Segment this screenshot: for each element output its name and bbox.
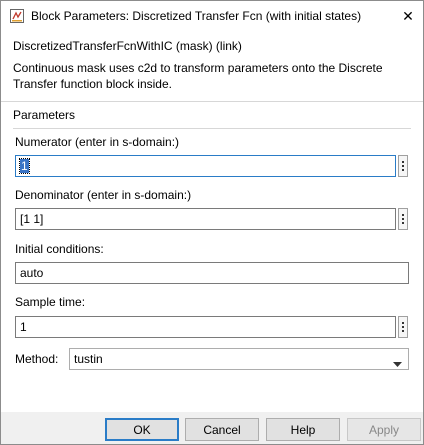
parameters-panel: Parameters Numerator (enter in s-domain:… xyxy=(1,102,423,412)
cancel-button[interactable]: Cancel xyxy=(185,418,259,441)
numerator-label: Numerator (enter in s-domain:) xyxy=(15,135,180,149)
mask-description: Continuous mask uses c2d to transform pa… xyxy=(13,61,383,91)
numerator-field[interactable]: 1 xyxy=(15,155,396,177)
sample-time-label: Sample time: xyxy=(15,295,86,309)
initial-conditions-label: Initial conditions: xyxy=(15,242,104,256)
chevron-down-icon xyxy=(393,357,402,371)
parameters-title: Parameters xyxy=(13,108,76,122)
initial-conditions-value: auto xyxy=(20,266,44,280)
close-button[interactable]: ✕ xyxy=(393,1,423,31)
ok-button[interactable]: OK xyxy=(105,418,179,441)
close-icon: ✕ xyxy=(402,7,414,24)
mask-header: DiscretizedTransferFcnWithIC (mask) (lin… xyxy=(13,39,242,53)
sample-time-more-button[interactable] xyxy=(398,316,408,338)
initial-conditions-field[interactable]: auto xyxy=(15,262,409,284)
numerator-more-button[interactable] xyxy=(398,155,408,177)
parameters-rule xyxy=(13,128,411,129)
denominator-value: [1 1] xyxy=(20,212,44,226)
numerator-value: 1 xyxy=(19,158,30,174)
method-select[interactable]: tustin xyxy=(69,348,409,370)
method-label: Method: xyxy=(15,352,59,366)
title-bar: Block Parameters: Discretized Transfer F… xyxy=(1,1,423,31)
denominator-more-button[interactable] xyxy=(398,208,408,230)
sample-time-field[interactable]: 1 xyxy=(15,316,396,338)
sample-time-value: 1 xyxy=(20,320,27,334)
denominator-label: Denominator (enter in s-domain:) xyxy=(15,188,192,202)
denominator-field[interactable]: [1 1] xyxy=(15,208,396,230)
method-value: tustin xyxy=(74,352,103,366)
help-button[interactable]: Help xyxy=(266,418,340,441)
mask-info-section: DiscretizedTransferFcnWithIC (mask) (lin… xyxy=(1,31,423,101)
block-parameters-dialog: Block Parameters: Discretized Transfer F… xyxy=(0,0,424,445)
apply-button[interactable]: Apply xyxy=(347,418,421,441)
window-title: Block Parameters: Discretized Transfer F… xyxy=(31,9,362,23)
block-parameters-icon xyxy=(10,9,24,23)
